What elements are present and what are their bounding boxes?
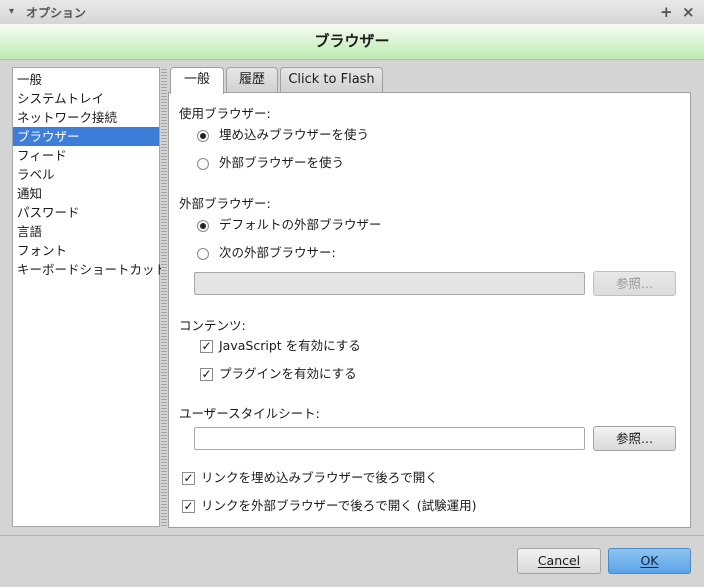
checkbox-embedded-background-label[interactable]: リンクを埋め込みブラウザーで後ろで開く (201, 469, 438, 487)
radio-default-external[interactable] (197, 220, 209, 232)
section-header: ブラウザー (0, 24, 704, 60)
sidebar-item-passwords[interactable]: パスワード (13, 203, 159, 222)
sidebar-item-system-tray[interactable]: システムトレイ (13, 89, 159, 108)
external-browser-path-input[interactable] (194, 272, 585, 295)
checkbox-plugins-label[interactable]: プラグインを有効にする (219, 365, 357, 383)
radio-external-browser[interactable] (197, 158, 209, 170)
cancel-button-label: Cancel (537, 553, 581, 568)
browser-settings-panel: 使用ブラウザー: 埋め込みブラウザーを使う 外部ブラウザーを使う 外部ブラウザー… (168, 92, 691, 528)
sidebar-item-network[interactable]: ネットワーク接続 (13, 108, 159, 127)
tab-general[interactable]: 一般 (170, 67, 224, 94)
external-browse-button[interactable]: 参照... (593, 271, 676, 296)
add-icon[interactable]: + (660, 3, 673, 21)
sidebar-item-notifications[interactable]: 通知 (13, 184, 159, 203)
checkbox-plugins[interactable]: ✓ (200, 368, 213, 381)
tab-click-to-flash[interactable]: Click to Flash (280, 67, 383, 93)
radio-custom-external-label[interactable]: 次の外部ブラウサー: (219, 244, 336, 262)
radio-external-browser-label[interactable]: 外部ブラウザーを使う (219, 154, 344, 172)
close-icon[interactable]: × (682, 3, 695, 21)
options-sidebar: 一般 システムトレイ ネットワーク接続 ブラウザー フィード ラベル 通知 パス… (12, 67, 167, 527)
stylesheet-path-text[interactable] (195, 428, 584, 449)
radio-embedded-browser[interactable] (197, 130, 209, 142)
radio-embedded-browser-label[interactable]: 埋め込みブラウザーを使う (219, 126, 369, 144)
stylesheet-browse-button[interactable]: 参照... (593, 426, 676, 451)
checkbox-javascript-label[interactable]: JavaScript を有効にする (219, 337, 361, 355)
checkbox-external-background-label[interactable]: リンクを外部ブラウザーで後ろで開く (試験運用) (201, 497, 476, 515)
external-browser-path-text[interactable] (195, 273, 584, 294)
sidebar-item-browser[interactable]: ブラウザー (13, 127, 159, 146)
splitter-handle[interactable] (161, 67, 167, 527)
sidebar-item-shortcuts[interactable]: キーボードショートカット (13, 260, 167, 279)
checkbox-external-background[interactable]: ✓ (182, 500, 195, 513)
cancel-button[interactable]: Cancel (517, 548, 601, 574)
sidebar-item-labels[interactable]: ラベル (13, 165, 159, 184)
stylesheet-label: ユーザースタイルシート: (179, 406, 320, 421)
content-label: コンテンツ: (179, 318, 246, 333)
footer-divider (0, 535, 704, 536)
window-title: オプション (26, 6, 87, 20)
stylesheet-path-input[interactable] (194, 427, 585, 450)
ok-button-label: OK (640, 553, 659, 568)
window-menu-icon[interactable]: ▾ (9, 6, 14, 17)
external-browser-label: 外部ブラウザー: (179, 196, 271, 211)
checkbox-embedded-background[interactable]: ✓ (182, 472, 195, 485)
sidebar-item-language[interactable]: 言語 (13, 222, 159, 241)
window-titlebar: ▾ オプション + × (0, 0, 704, 25)
ok-button[interactable]: OK (608, 548, 691, 574)
sidebar-item-fonts[interactable]: フォント (13, 241, 159, 260)
sidebar-item-feeds[interactable]: フィード (13, 146, 159, 165)
radio-custom-external[interactable] (197, 248, 209, 260)
tab-history[interactable]: 履歴 (226, 67, 278, 93)
radio-default-external-label[interactable]: デフォルトの外部ブラウザー (219, 216, 382, 234)
checkbox-javascript[interactable]: ✓ (200, 340, 213, 353)
use-browser-label: 使用ブラウザー: (179, 106, 271, 121)
sidebar-item-general[interactable]: 一般 (13, 70, 159, 89)
